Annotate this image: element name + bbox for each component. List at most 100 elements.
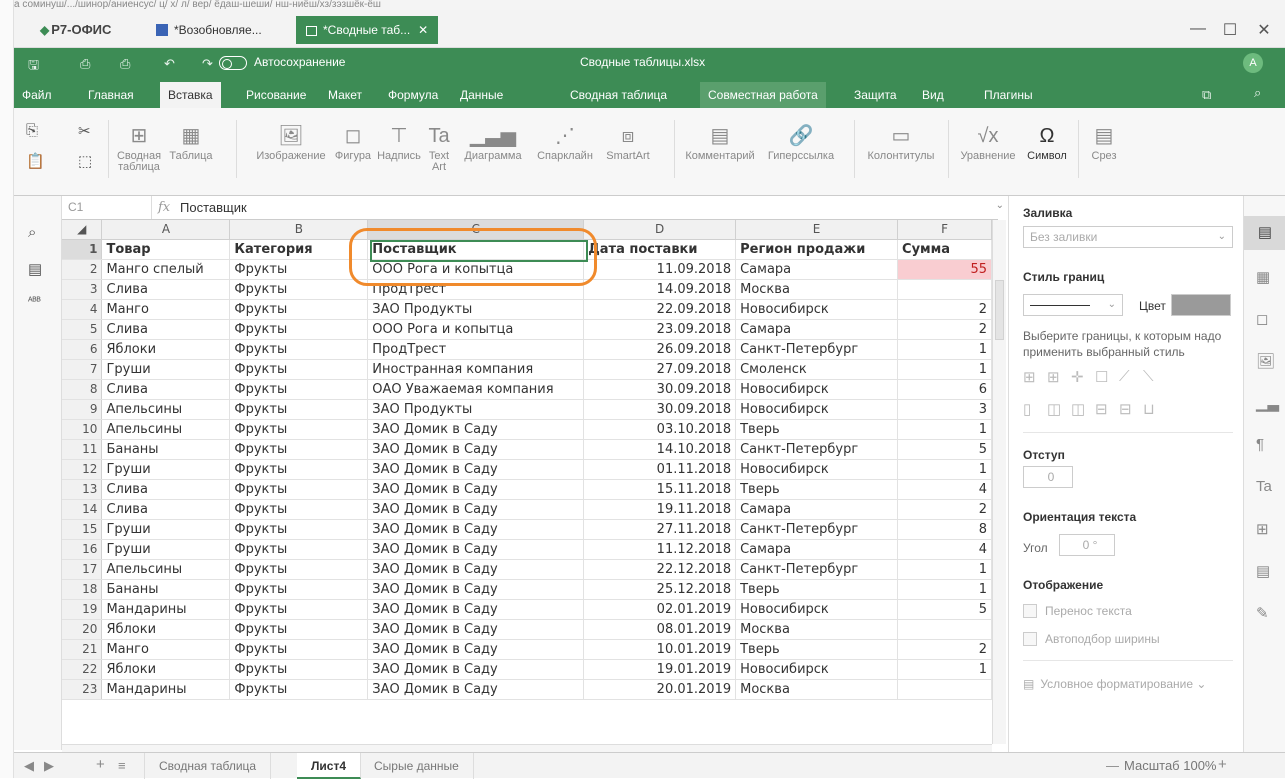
grid-cell[interactable]: Москва — [735, 619, 899, 640]
grid-cell[interactable]: 19.01.2019 — [583, 659, 737, 680]
textart-settings-icon[interactable]: Ta — [1256, 478, 1272, 495]
grid-cell[interactable]: 2 — [897, 499, 992, 520]
search-icon[interactable]: ⌕ — [1254, 85, 1261, 101]
grid-cell[interactable]: Фрукты — [229, 619, 369, 640]
chart-button[interactable]: ▁▃▅ Диаграмма — [458, 124, 528, 162]
column-header[interactable]: E — [735, 220, 899, 240]
formula-input[interactable]: Поставщик — [180, 200, 247, 215]
menu-pivot-table[interactable]: Сводная таблица — [562, 82, 675, 108]
search-icon[interactable]: ⌕ — [28, 224, 36, 241]
grid-cell[interactable]: Новосибирск — [735, 659, 899, 680]
grid-cell[interactable]: 08.01.2019 — [583, 619, 737, 640]
row-header[interactable]: 12 — [62, 459, 103, 480]
grid-cell[interactable]: 30.09.2018 — [583, 379, 737, 400]
grid-cell[interactable]: ПродТрест — [367, 339, 585, 360]
symbol-button[interactable]: Ω Символ — [1022, 124, 1072, 162]
grid-cell[interactable]: ЗАО Продукты — [367, 399, 585, 420]
row-header[interactable]: 1 — [62, 239, 103, 260]
right-border-icon[interactable]: ◫ — [1071, 400, 1085, 418]
equation-button[interactable]: √x Уравнение — [958, 124, 1018, 162]
grid-cell[interactable]: Самара — [735, 319, 899, 340]
grid-cell[interactable]: Фрукты — [229, 479, 369, 500]
grid-cell[interactable]: Манго спелый — [101, 259, 231, 280]
grid-cell[interactable]: Тверь — [735, 579, 899, 600]
grid-cell[interactable]: Новосибирск — [735, 459, 899, 480]
hyperlink-button[interactable]: 🔗 Гиперссылка — [760, 124, 842, 162]
row-header[interactable]: 5 — [62, 319, 103, 340]
cell-settings-icon[interactable]: ▤ — [1244, 216, 1285, 250]
grid-cell[interactable]: Дата поставки — [583, 239, 737, 260]
grid-cell[interactable]: 14.09.2018 — [583, 279, 737, 300]
grid-cell[interactable]: Тверь — [735, 419, 899, 440]
column-header[interactable]: F — [897, 220, 992, 240]
row-header[interactable]: 21 — [62, 639, 103, 660]
top-border-icon[interactable]: ⊟ — [1095, 400, 1108, 418]
table-button[interactable]: ▦ Таблица — [168, 124, 214, 162]
grid-cell[interactable]: Тверь — [735, 479, 899, 500]
doc-tab-renewable[interactable]: *Возобновляе... — [146, 16, 272, 44]
grid-cell[interactable]: Новосибирск — [735, 379, 899, 400]
grid-cell[interactable]: ООО Рога и копытца — [367, 259, 585, 280]
grid-cell[interactable]: 2 — [897, 639, 992, 660]
sparkline-button[interactable]: ⋰ Спарклайн — [532, 124, 598, 162]
conditional-formatting-button[interactable]: ▤ Условное форматирование ⌄ — [1023, 676, 1206, 692]
grid-cell[interactable]: 1 — [897, 359, 992, 380]
grid-cell[interactable]: Санкт-Петербург — [735, 439, 899, 460]
chart-settings-icon[interactable]: ▁▃ — [1256, 394, 1279, 412]
grid-cell[interactable]: Мандарины — [101, 679, 231, 700]
grid-cell[interactable]: 26.09.2018 — [583, 339, 737, 360]
grid-cell[interactable]: Фрукты — [229, 659, 369, 680]
slicer-button[interactable]: ▤ Срез — [1084, 124, 1124, 162]
grid-cell[interactable]: Сумма — [897, 239, 992, 260]
menu-home[interactable]: Главная — [80, 82, 142, 108]
grid-cell[interactable]: 8 — [897, 519, 992, 540]
grid-cell[interactable] — [897, 679, 992, 700]
grid-cell[interactable]: Яблоки — [101, 339, 231, 360]
grid-cell[interactable]: 1 — [897, 419, 992, 440]
inner-cross-icon[interactable]: ✛ — [1071, 368, 1084, 386]
grid-cell[interactable]: 1 — [897, 559, 992, 580]
grid-cell[interactable]: 23.09.2018 — [583, 319, 737, 340]
grid-cell[interactable]: ЗАО Домик в Саду — [367, 479, 585, 500]
grid-cell[interactable]: ЗАО Домик в Саду — [367, 499, 585, 520]
row-header[interactable]: 20 — [62, 619, 103, 640]
print-icon[interactable]: ⎙ — [80, 56, 90, 72]
row-header[interactable]: 17 — [62, 559, 103, 580]
table-settings-icon[interactable]: ▦ — [1256, 268, 1270, 286]
row-header[interactable]: 9 — [62, 399, 103, 420]
grid-cell[interactable]: 11.09.2018 — [583, 259, 737, 280]
grid-cell[interactable]: Яблоки — [101, 619, 231, 640]
next-sheet-icon[interactable]: ▶ — [44, 758, 54, 774]
image-button[interactable]: 🖼 Изображение — [256, 124, 326, 162]
grid-cell[interactable]: 11.12.2018 — [583, 539, 737, 560]
grid-cell[interactable]: Слива — [101, 279, 231, 300]
comment-button[interactable]: ▤ Комментарий — [680, 124, 760, 162]
grid-cell[interactable]: Фрукты — [229, 339, 369, 360]
grid-cell[interactable]: ЗАО Домик в Саду — [367, 419, 585, 440]
horizontal-scrollbar[interactable] — [62, 744, 992, 752]
grid-cell[interactable]: Мандарины — [101, 599, 231, 620]
row-header[interactable]: 6 — [62, 339, 103, 360]
grid-cell[interactable]: Санкт-Петербург — [735, 559, 899, 580]
pivot-settings-icon[interactable]: ⊞ — [1256, 520, 1269, 538]
grid-cell[interactable]: Фрукты — [229, 679, 369, 700]
vertical-scrollbar[interactable] — [992, 220, 1006, 744]
grid-cell[interactable]: Фрукты — [229, 259, 369, 280]
grid-cell[interactable]: ООО Рога и копытца — [367, 319, 585, 340]
grid-cell[interactable]: Апельсины — [101, 399, 231, 420]
grid-cell[interactable]: 2 — [897, 319, 992, 340]
minimize-button[interactable]: — — [1188, 20, 1208, 38]
grid-cell[interactable]: 19.11.2018 — [583, 499, 737, 520]
grid-cell[interactable]: Иностранная компания — [367, 359, 585, 380]
grid-cell[interactable]: ЗАО Домик в Саду — [367, 519, 585, 540]
grid-cell[interactable]: Товар — [101, 239, 231, 260]
grid-cell[interactable]: Новосибирск — [735, 599, 899, 620]
fill-select[interactable]: Без заливки ⌄ — [1023, 226, 1233, 248]
menu-formula[interactable]: Формула — [380, 82, 446, 108]
inner-horizontal-icon[interactable]: ⊟ — [1119, 400, 1132, 418]
grid-cell[interactable]: Самара — [735, 259, 899, 280]
undo-icon[interactable]: ↶ — [164, 56, 175, 72]
grid-cell-active[interactable]: Поставщик — [367, 239, 585, 260]
diagonal-down-icon[interactable]: ⟍ — [1143, 368, 1154, 385]
grid-cell[interactable]: 14.10.2018 — [583, 439, 737, 460]
